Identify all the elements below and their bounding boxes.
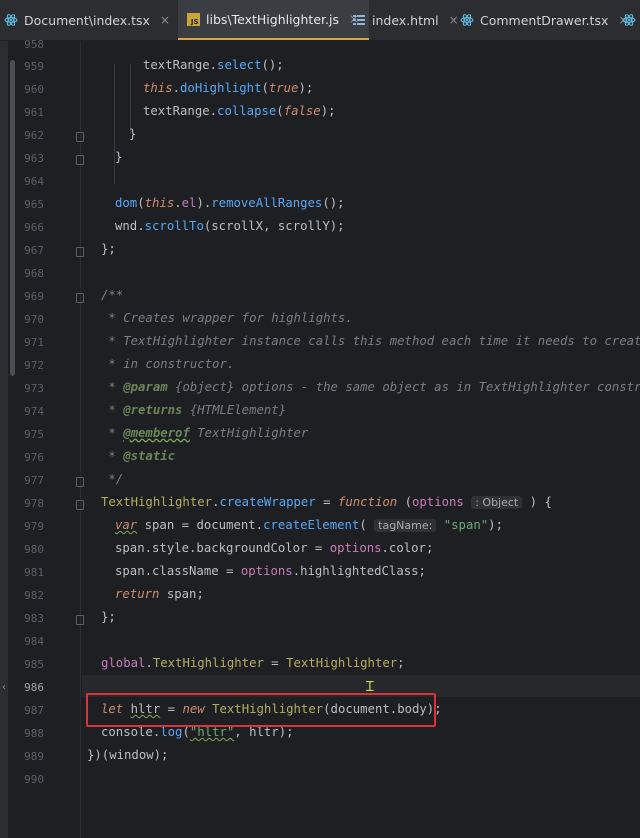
line-number: 968 [24, 267, 44, 280]
line-number: 967 [24, 244, 44, 257]
line-number: 959 [24, 60, 44, 73]
fold-toggle-icon[interactable] [76, 293, 84, 303]
line-number: 977 [24, 474, 44, 487]
code-line-962: } [129, 127, 137, 141]
line-number: 974 [24, 405, 44, 418]
fold-toggle-icon[interactable] [76, 500, 84, 510]
line-number: 976 [24, 451, 44, 464]
code-line-974: * @returns {HTMLElement} [101, 403, 287, 417]
react-icon [4, 13, 18, 27]
fold-toggle-icon[interactable] [76, 155, 84, 165]
code-line-971: * TextHighlighter instance calls this me… [101, 334, 640, 348]
code-line-978: TextHighlighter.createWrapper = function… [101, 495, 552, 509]
line-number: 990 [24, 773, 44, 786]
annotation-highlight-box [86, 693, 436, 727]
code-line-969: /** [101, 288, 124, 302]
tab-label: Document\index.tsx [24, 12, 150, 28]
line-number: 958 [24, 38, 44, 51]
code-line-965: dom(this.el).removeAllRanges(); [115, 196, 345, 210]
fold-toggle-icon[interactable] [76, 477, 84, 487]
type-hint: : Object [471, 496, 523, 509]
line-number: 972 [24, 359, 44, 372]
code-line-963: } [115, 150, 123, 164]
code-line-983: }; [101, 610, 116, 624]
line-number: 980 [24, 543, 44, 556]
code-line-981: span.className = options.highlightedClas… [115, 564, 426, 578]
line-number: 982 [24, 589, 44, 602]
line-number: 987 [24, 704, 44, 717]
tab-texthighlighter-js[interactable]: JS libs\TextHighlighter.js × [178, 0, 370, 40]
code-line-959: textRange.select(); [143, 58, 284, 72]
tab-document-index-tsx[interactable]: Document\index.tsx × [4, 0, 170, 40]
line-number: 965 [24, 198, 44, 211]
line-number: 978 [24, 497, 44, 510]
react-icon [460, 13, 474, 27]
line-number: 969 [24, 290, 44, 303]
tab-label: index.html [372, 12, 439, 28]
line-number: 989 [24, 750, 44, 763]
tab-index-html[interactable]: index.html × [352, 0, 459, 40]
code-line-973: * @param {object} options - the same obj… [101, 380, 640, 394]
code-line-966: wnd.scrollTo(scrollX, scrollY); [115, 219, 345, 233]
fold-toggle-icon[interactable] [76, 247, 84, 257]
line-number: 983 [24, 612, 44, 625]
line-number: 981 [24, 566, 44, 579]
line-number: 961 [24, 106, 44, 119]
line-number: 971 [24, 336, 44, 349]
line-number: 984 [24, 635, 44, 648]
tab-commentdrawer-tsx[interactable]: CommentDrawer.tsx × [460, 0, 628, 40]
code-line-980: span.style.backgroundColor = options.col… [115, 541, 434, 555]
caret-marker-icon: ‹ [1, 682, 8, 693]
code-line-977: */ [101, 472, 124, 486]
tab-overflow-react-file[interactable] [622, 0, 640, 40]
js-icon: JS [186, 12, 200, 26]
fold-toggle-icon[interactable] [76, 132, 84, 142]
code-line-982: return span; [115, 587, 204, 601]
code-line-961: textRange.collapse(false); [143, 104, 336, 118]
line-number: 988 [24, 727, 44, 740]
code-line-960: this.doHighlight(true); [143, 81, 314, 95]
editor-tab-bar: Document\index.tsx × JS libs\TextHighlig… [0, 0, 640, 41]
line-number: 975 [24, 428, 44, 441]
code-line-976: * @static [101, 449, 176, 463]
parameter-hint: tagName: [374, 519, 437, 532]
tab-label: CommentDrawer.tsx [480, 12, 609, 28]
code-line-985: global.TextHighlighter = TextHighlighter… [101, 656, 405, 670]
tab-label: libs\TextHighlighter.js [206, 11, 339, 27]
line-number: 964 [24, 175, 44, 188]
code-line-979: var span = document.createElement( tagNa… [115, 518, 503, 532]
html-file-icon [352, 13, 366, 27]
line-number: 970 [24, 313, 44, 326]
code-line-989: })(window); [87, 748, 169, 762]
code-line-970: * Creates wrapper for highlights. [101, 311, 353, 325]
code-line-975: * @memberof TextHighlighter [101, 426, 309, 440]
react-icon [622, 13, 636, 27]
code-line-972: * in constructor. [101, 357, 235, 371]
line-number: 985 [24, 658, 44, 671]
line-number-current: 986 [24, 681, 44, 694]
line-number-gutter: 958 959 960 961 962 963 964 965 966 967 … [0, 38, 84, 838]
line-number: 979 [24, 520, 44, 533]
close-icon[interactable]: × [160, 13, 170, 27]
code-line-967: }; [101, 242, 116, 256]
line-number: 973 [24, 382, 44, 395]
line-number: 963 [24, 152, 44, 165]
line-number: 962 [24, 129, 44, 142]
line-number: 960 [24, 83, 44, 96]
line-number: 966 [24, 221, 44, 234]
fold-toggle-icon[interactable] [76, 615, 84, 625]
close-icon[interactable]: × [449, 13, 459, 27]
